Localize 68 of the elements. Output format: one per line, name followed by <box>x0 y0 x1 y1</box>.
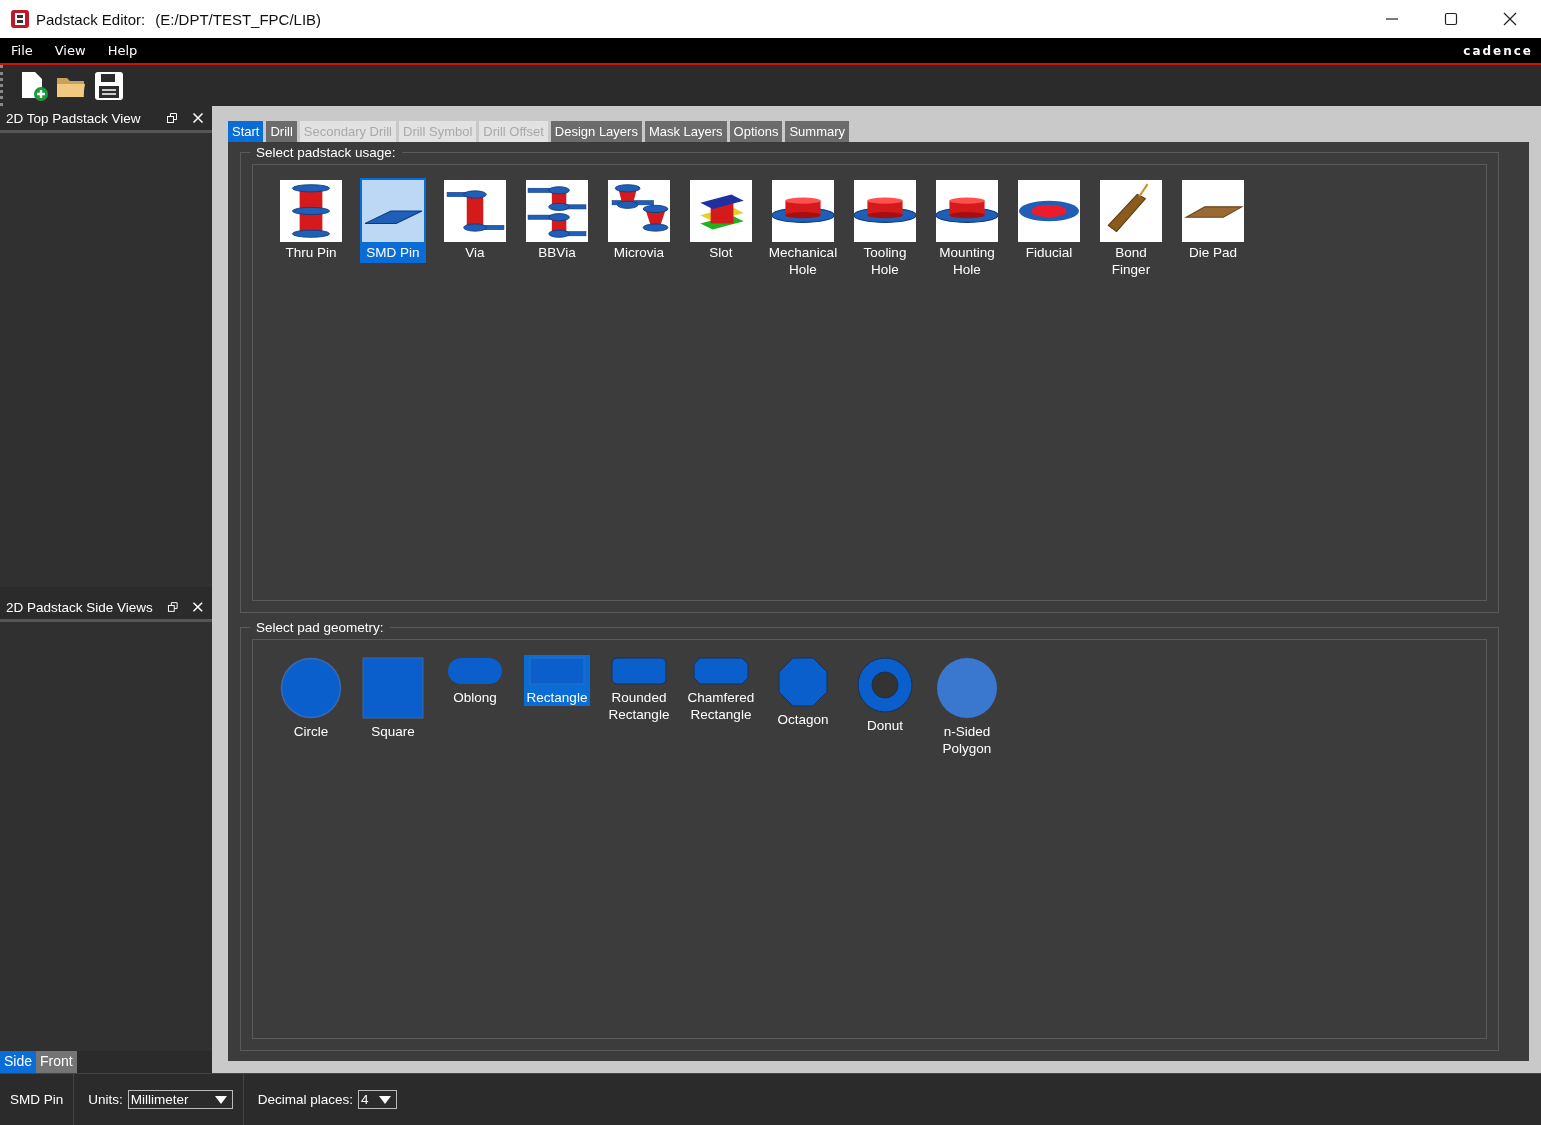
geometry-option[interactable]: Square <box>353 655 433 740</box>
group-title: Select pad geometry: <box>250 620 390 635</box>
flat-pad-icon <box>1182 180 1244 242</box>
usage-option[interactable]: Tooling Hole <box>845 180 925 280</box>
finger-pad-icon <box>1100 180 1162 242</box>
usage-option[interactable]: Mounting Hole <box>927 180 1007 280</box>
geometry-option[interactable]: Rounded Rectangle <box>599 655 679 723</box>
window-path: (E:/DPT/TEST_FPC/LIB) <box>155 10 322 28</box>
units-dropdown[interactable]: Millimeter <box>127 1090 233 1109</box>
geometry-option[interactable]: Chamfered Rectangle <box>681 655 761 723</box>
rounded-rectangle-icon <box>611 657 667 685</box>
usage-option[interactable]: Fiducial <box>1009 180 1089 263</box>
square-icon <box>362 657 424 719</box>
tab[interactable]: Mask Layers <box>644 121 727 142</box>
donut-icon <box>857 657 913 713</box>
circle-icon <box>280 657 342 719</box>
usage-option[interactable]: Via <box>435 180 515 263</box>
float-icon[interactable] <box>166 601 179 613</box>
layer-stack-icon <box>690 180 752 242</box>
dock-title: 2D Top Padstack View <box>6 110 142 126</box>
maximize-icon[interactable] <box>1444 12 1458 26</box>
menu-item[interactable]: View <box>47 43 93 58</box>
units-label: Units: <box>88 1092 123 1107</box>
tab[interactable]: Start <box>228 121 264 142</box>
oblong-icon <box>447 657 503 685</box>
usage-option[interactable]: Bond Finger <box>1091 180 1171 280</box>
geometry-option[interactable]: Octagon <box>763 655 843 728</box>
app-icon <box>10 9 30 29</box>
decimal-places-dropdown[interactable]: 4 <box>358 1090 397 1109</box>
usage-option[interactable]: Microvia <box>599 180 679 263</box>
flat-pad-icon <box>362 180 424 242</box>
usage-option[interactable]: Slot <box>681 180 761 263</box>
dock-title: 2D Padstack Side Views <box>6 599 153 615</box>
caret-icon <box>378 1094 391 1105</box>
usage-option[interactable]: BBVia <box>517 180 597 263</box>
geometry-option[interactable]: Oblong <box>435 655 515 706</box>
usage-option[interactable]: Thru Pin <box>271 180 351 263</box>
cone-vias-icon <box>608 180 670 242</box>
status-usage: SMD Pin <box>9 1091 65 1109</box>
usage-option[interactable]: Mechanical Hole <box>763 180 843 280</box>
float-icon[interactable] <box>166 112 178 124</box>
stacked-cylinders-icon <box>526 180 588 242</box>
caret-icon <box>214 1094 227 1105</box>
cylinder-traces-icon <box>444 180 506 242</box>
view-tab[interactable]: Side <box>0 1051 37 1073</box>
usage-option[interactable]: Die Pad <box>1173 180 1253 263</box>
menu-item[interactable]: File <box>4 43 40 58</box>
menu-item[interactable]: Help <box>100 43 145 58</box>
polygon-icon <box>936 657 998 719</box>
tab[interactable]: Options <box>729 121 783 142</box>
group-title: Select padstack usage: <box>250 145 402 160</box>
geometry-option[interactable]: Donut <box>845 655 925 734</box>
view-tab[interactable]: Front <box>36 1051 77 1073</box>
save-icon[interactable] <box>93 69 125 102</box>
geometry-option[interactable]: Rectangle <box>524 655 590 706</box>
window-title: Padstack Editor: <box>36 10 146 28</box>
usage-option[interactable]: SMD Pin <box>360 178 426 263</box>
tab[interactable]: Design Layers <box>550 121 642 142</box>
rectangle-icon <box>529 657 585 685</box>
close-icon[interactable] <box>1503 12 1517 26</box>
decimal-places-label: Decimal places: <box>257 1092 354 1107</box>
tab[interactable]: Drill <box>266 121 297 142</box>
geometry-option[interactable]: n-Sided Polygon <box>927 655 1007 757</box>
geometry-option[interactable]: Circle <box>271 655 351 740</box>
tab[interactable]: Summary <box>785 121 850 142</box>
brand-logo: cadence <box>1463 43 1533 58</box>
octagon-icon <box>778 657 828 707</box>
stacked-cylinders-icon <box>280 180 342 242</box>
